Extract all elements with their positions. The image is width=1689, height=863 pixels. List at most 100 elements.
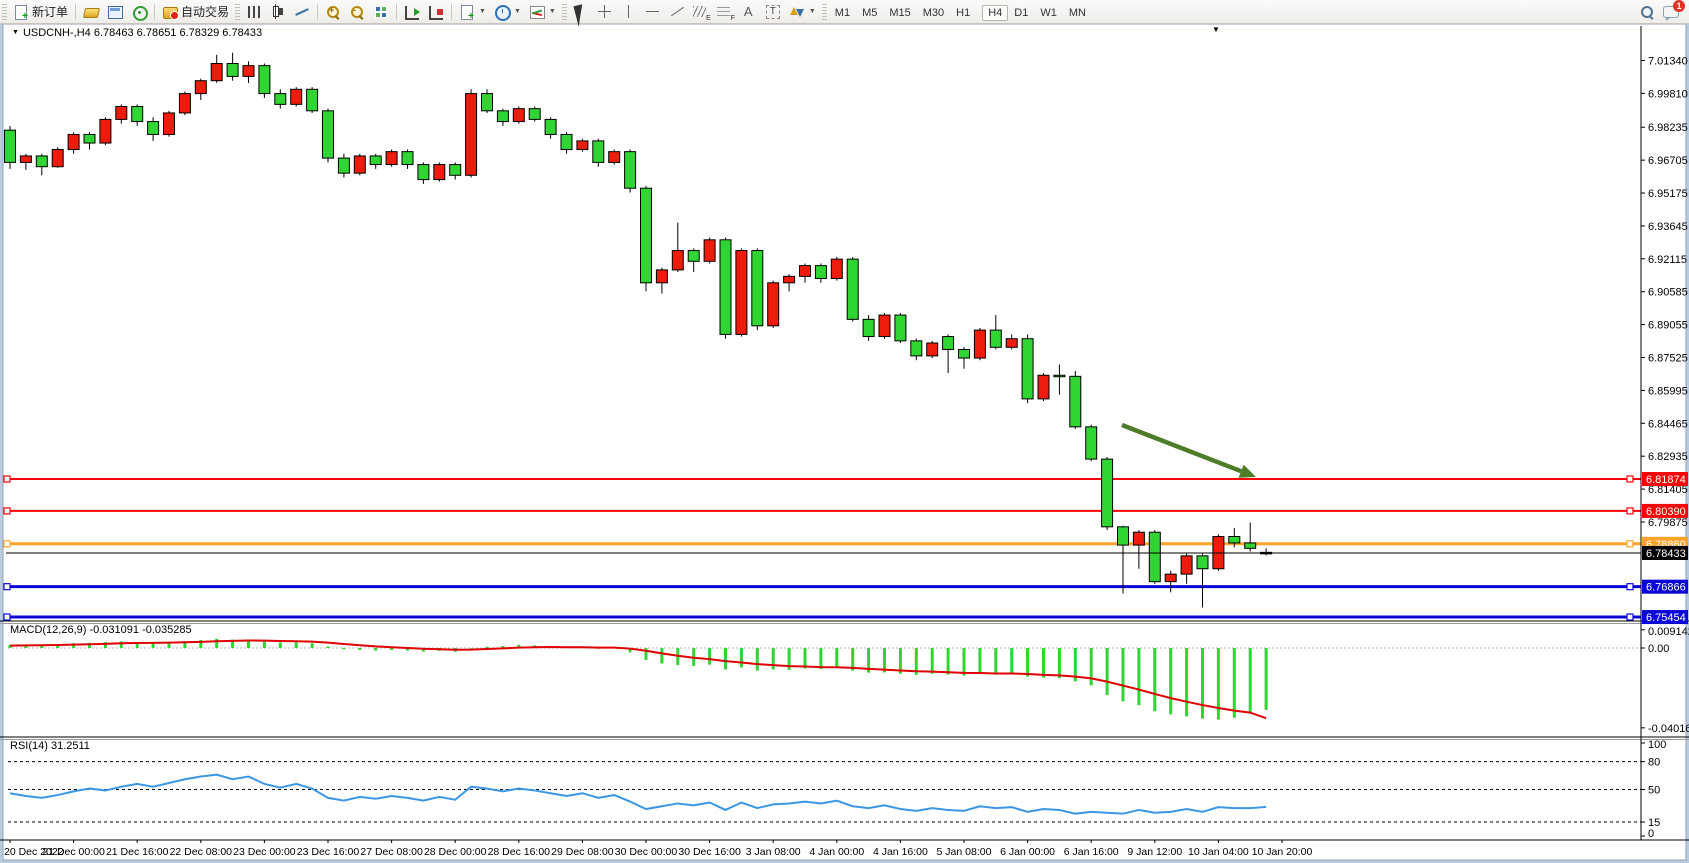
vertical-line-tool-button[interactable] — [617, 3, 641, 21]
equidistant-channel-icon: E — [693, 4, 709, 20]
chart-shift-marker[interactable]: ▼ — [1212, 25, 1220, 34]
gold-icon — [83, 4, 99, 20]
vertical-line-icon — [621, 4, 637, 20]
bar-chart-mode-button[interactable] — [242, 3, 266, 21]
tab-timeframe-M5[interactable]: M5 — [856, 5, 883, 21]
arrows-icon — [789, 4, 805, 20]
search-icon[interactable] — [1639, 4, 1655, 20]
trendline-icon — [669, 4, 685, 20]
chart-title-bar[interactable]: ▼USDCNH-,H4 6.78463 6.78651 6.78329 6.78… — [12, 27, 262, 39]
collapse-triangle-icon[interactable]: ▼ — [12, 29, 19, 36]
text-label-tool-button[interactable]: T — [761, 3, 785, 21]
text-tool-button[interactable]: A — [737, 3, 761, 21]
line-handle[interactable] — [4, 508, 10, 514]
price-badge: 6.80390 — [1642, 504, 1688, 518]
indicators-icon — [529, 4, 545, 20]
svg-text:100: 100 — [1648, 739, 1666, 751]
zoom-out-button[interactable]: - — [345, 3, 369, 21]
line-chart-mode-button[interactable] — [290, 3, 314, 21]
svg-text:28 Dec 16:00: 28 Dec 16:00 — [488, 846, 551, 858]
tile-windows-button[interactable] — [369, 3, 393, 21]
toolbar-separator — [396, 4, 397, 20]
crosshair-icon — [597, 4, 613, 20]
toolbar-separator — [75, 4, 76, 20]
main-toolbar: + 新订单 自动交易 + - +▼ ▼ ▼ E F A T ▼ M1M5M15M… — [0, 0, 1689, 24]
indicators-button[interactable]: ▼ — [525, 3, 560, 21]
crosshair-tool-button[interactable] — [593, 3, 617, 21]
auto-scroll-button[interactable] — [400, 3, 424, 21]
line-handle[interactable] — [4, 541, 10, 547]
chart-shift-button[interactable] — [424, 3, 448, 21]
autotrade-icon — [162, 4, 178, 20]
notifications-icon[interactable]: 1 — [1663, 4, 1679, 20]
svg-text:6.90585: 6.90585 — [1648, 287, 1688, 299]
svg-text:5 Jan 08:00: 5 Jan 08:00 — [937, 846, 992, 858]
tab-timeframe-M15[interactable]: M15 — [883, 5, 916, 21]
line-handle[interactable] — [4, 584, 10, 590]
auto-scroll-icon — [404, 4, 420, 20]
tab-timeframe-D1[interactable]: D1 — [1008, 5, 1034, 21]
toolbar-separator — [317, 4, 318, 20]
svg-text:30 Dec 16:00: 30 Dec 16:00 — [678, 846, 741, 858]
toolbar-grip — [822, 4, 827, 20]
cursor-tool-button[interactable] — [569, 3, 593, 21]
svg-text:23 Dec 16:00: 23 Dec 16:00 — [297, 846, 360, 858]
autotrade-label: 自动交易 — [181, 3, 229, 20]
new-order-label: 新订单 — [32, 3, 68, 20]
channel-tool-button[interactable]: E — [689, 3, 713, 21]
svg-text:29 Dec 08:00: 29 Dec 08:00 — [551, 846, 614, 858]
trendline-tool-button[interactable] — [665, 3, 689, 21]
line-handle[interactable] — [1627, 584, 1633, 590]
tab-timeframe-M1[interactable]: M1 — [829, 5, 856, 21]
line-handle[interactable] — [1627, 614, 1633, 620]
new-order-icon: + — [13, 4, 29, 20]
horizontal-line-icon — [645, 4, 661, 20]
dropdown-arrow-icon: ▼ — [809, 8, 816, 15]
price-badge: 6.76866 — [1642, 580, 1688, 594]
zoom-out-icon: - — [349, 4, 365, 20]
svg-text:80: 80 — [1648, 757, 1660, 769]
chart-svg: 7.013406.998106.982356.967056.951756.936… — [0, 0, 1689, 863]
tab-timeframe-H4[interactable]: H4 — [982, 5, 1008, 21]
candlestick-icon — [270, 4, 286, 20]
line-handle[interactable] — [1627, 476, 1633, 482]
notification-badge: 1 — [1673, 0, 1685, 12]
fibonacci-tool-button[interactable]: F — [713, 3, 737, 21]
line-handle[interactable] — [4, 614, 10, 620]
tab-timeframe-H1[interactable]: H1 — [950, 5, 976, 21]
periods-button[interactable]: ▼ — [490, 3, 525, 21]
svg-text:6.96705: 6.96705 — [1648, 155, 1688, 167]
new-order-button[interactable]: + 新订单 — [9, 2, 72, 21]
bar-chart-icon — [246, 4, 262, 20]
svg-text:28 Dec 00:00: 28 Dec 00:00 — [424, 846, 487, 858]
tab-timeframe-M30[interactable]: M30 — [917, 5, 950, 21]
horizontal-line-tool-button[interactable] — [641, 3, 665, 21]
svg-text:6.98235: 6.98235 — [1648, 122, 1688, 134]
chart-ohlc-values: 6.78463 6.78651 6.78329 6.78433 — [94, 27, 262, 39]
toolbar-separator — [154, 4, 155, 20]
line-handle[interactable] — [1627, 541, 1633, 547]
tab-timeframe-MN[interactable]: MN — [1063, 5, 1092, 21]
autotrade-button[interactable]: 自动交易 — [158, 2, 233, 21]
zoom-in-icon: + — [325, 4, 341, 20]
svg-text:6.87525: 6.87525 — [1648, 353, 1688, 365]
svg-text:21 Dec 16:00: 21 Dec 16:00 — [106, 846, 169, 858]
arrows-tool-button[interactable]: ▼ — [785, 3, 820, 21]
new-chart-button[interactable]: +▼ — [455, 3, 490, 21]
cursor-icon — [573, 4, 589, 20]
line-handle[interactable] — [1627, 508, 1633, 514]
line-chart-icon — [294, 4, 310, 20]
zoom-in-button[interactable]: + — [321, 3, 345, 21]
rsi-indicator-label: RSI(14) 31.2511 — [10, 740, 90, 752]
terminal-button[interactable] — [103, 3, 127, 21]
svg-text:0.009142: 0.009142 — [1648, 626, 1689, 638]
tab-timeframe-W1[interactable]: W1 — [1034, 5, 1063, 21]
candlestick-mode-button[interactable] — [266, 3, 290, 21]
dropdown-arrow-icon: ▼ — [514, 8, 521, 15]
market-watch-button[interactable] — [79, 3, 103, 21]
svg-text:4 Jan 16:00: 4 Jan 16:00 — [873, 846, 928, 858]
line-handle[interactable] — [4, 476, 10, 482]
dropdown-arrow-icon: ▼ — [549, 8, 556, 15]
signals-button[interactable] — [127, 3, 151, 21]
toolbar-right-group: 1 — [1639, 4, 1679, 20]
